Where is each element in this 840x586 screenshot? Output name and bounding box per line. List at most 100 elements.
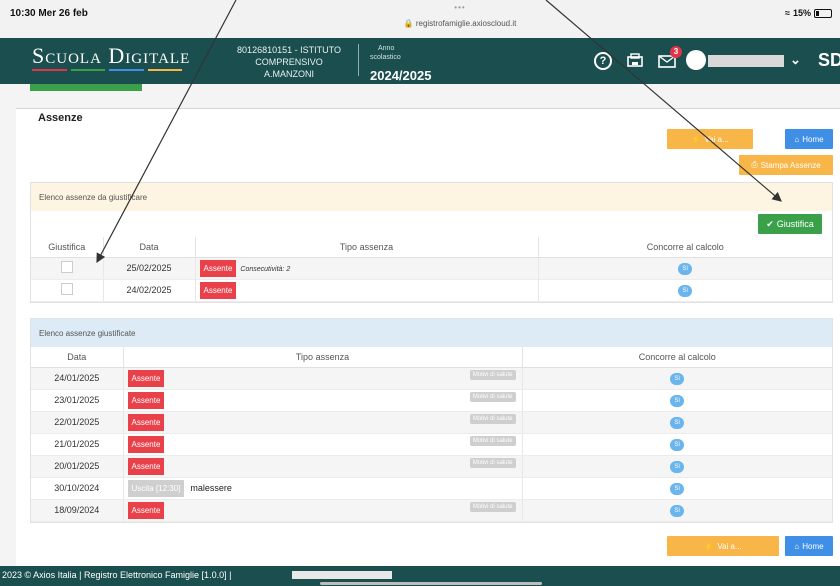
vai-a-button-top[interactable]: ⚡ Vai a... bbox=[667, 129, 753, 149]
menu-tab-strip[interactable] bbox=[30, 84, 142, 91]
app-header: Scuola Digitale 80126810151 - ISTITUTO C… bbox=[0, 38, 840, 84]
calcolo-pill: Sì bbox=[678, 262, 693, 275]
sd-logo: SD bbox=[818, 50, 840, 70]
print-icon[interactable] bbox=[626, 52, 644, 70]
pending-absences-table: Giustifica Data Tipo assenza Concorre al… bbox=[31, 237, 832, 302]
absence-type-cell: Assente Consecutività: 2 bbox=[195, 257, 539, 280]
col-concorre: Concorre al calcolo bbox=[538, 237, 832, 258]
chevron-down-icon[interactable]: ⌄ bbox=[790, 52, 801, 68]
avatar[interactable] bbox=[686, 50, 706, 70]
bolt-icon: ⚡ bbox=[704, 541, 715, 551]
status-time: 10:30 Mer 26 feb bbox=[10, 8, 88, 19]
table-row: 24/01/2025 Assente Motivi di salute Sì bbox=[31, 367, 832, 390]
absence-type-cell: Assente Motivi di salute bbox=[123, 411, 523, 434]
justify-checkbox[interactable] bbox=[60, 261, 73, 273]
home-icon: ⌂ bbox=[794, 541, 800, 551]
absence-type-cell: Assente Motivi di salute bbox=[123, 433, 523, 456]
calcolo-pill: Sì bbox=[670, 482, 685, 495]
absence-date: 25/02/2025 bbox=[103, 257, 196, 280]
battery-percent: 15% bbox=[792, 8, 811, 18]
page-title: Assenze bbox=[36, 112, 85, 124]
motivo-tag: Motivi di salute bbox=[469, 391, 516, 402]
pending-absences-panel: Elenco assenze da giustificare ✔ Giustifi… bbox=[30, 182, 833, 303]
pending-panel-header: Elenco assenze da giustificare bbox=[31, 183, 832, 211]
home-icon: ⌂ bbox=[794, 134, 800, 144]
absence-type-cell: Assente Motivi di salute bbox=[123, 455, 523, 478]
header-divider bbox=[358, 44, 359, 76]
absent-tag: Assente bbox=[127, 413, 165, 431]
home-button-top[interactable]: ⌂ Home bbox=[785, 129, 833, 149]
col-giustifica: Giustifica bbox=[31, 237, 104, 258]
col-data: Data bbox=[103, 237, 196, 258]
calcolo-pill: Sì bbox=[670, 372, 685, 385]
absent-tag: Assente bbox=[127, 457, 165, 475]
status-bar: 10:30 Mer 26 feb ••• 🔒 registrofamiglie.… bbox=[0, 0, 840, 38]
motivo-tag: Motivi di salute bbox=[469, 457, 516, 468]
print-small-icon: ⎙ bbox=[751, 160, 758, 169]
absent-tag: Assente bbox=[127, 435, 165, 453]
vai-a-button-bottom[interactable]: ⚡ Vai a... bbox=[667, 536, 779, 556]
absence-date: 30/10/2024 bbox=[31, 477, 124, 500]
absence-date: 21/01/2025 bbox=[31, 433, 124, 456]
table-row: 18/09/2024 Assente Motivi di salute Sì bbox=[31, 499, 832, 522]
school-year-label: Anno scolastico bbox=[370, 45, 401, 61]
table-header-row: Giustifica Data Tipo assenza Concorre al… bbox=[31, 237, 832, 258]
mail-icon[interactable]: 3 bbox=[658, 46, 682, 70]
col-tipo-assenza: Tipo assenza bbox=[123, 347, 523, 368]
absence-type-cell: Assente Motivi di salute bbox=[123, 499, 523, 522]
browser-menu-dots[interactable]: ••• bbox=[440, 3, 480, 12]
justify-checkbox[interactable] bbox=[60, 283, 73, 295]
giustifica-button[interactable]: ✔ Giustifica bbox=[758, 214, 822, 234]
brand-logo[interactable]: Scuola Digitale bbox=[32, 43, 190, 69]
giustifica-toolbar: ✔ Giustifica bbox=[31, 211, 832, 237]
user-name-redacted[interactable] bbox=[708, 55, 784, 67]
calcolo-pill: Sì bbox=[670, 504, 685, 517]
calcolo-pill: Sì bbox=[670, 438, 685, 451]
header-icons: ? 3 bbox=[594, 46, 682, 70]
justified-absences-table: Data Tipo assenza Concorre al calcolo 24… bbox=[31, 347, 832, 522]
mail-badge: 3 bbox=[670, 46, 682, 58]
absent-tag: Assente bbox=[199, 281, 237, 299]
absence-date: 24/02/2025 bbox=[103, 279, 196, 302]
justified-panel-header: Elenco assenze giustificate bbox=[31, 319, 832, 347]
absence-date: 18/09/2024 bbox=[31, 499, 124, 522]
stampa-assenze-button[interactable]: ⎙ Stampa Assenze bbox=[739, 155, 833, 175]
table-row: 30/10/2024 Uscita [12:30] malessere Sì bbox=[31, 477, 832, 500]
table-row: 24/02/2025 Assente Sì bbox=[31, 279, 832, 302]
absence-date: 24/01/2025 bbox=[31, 367, 124, 390]
school-name: 80126810151 - ISTITUTO COMPRENSIVO A.MAN… bbox=[237, 45, 341, 79]
footer-text: 2023 © Axios Italia | Registro Elettroni… bbox=[2, 570, 232, 580]
absence-type-cell: Assente Motivi di salute bbox=[123, 367, 523, 390]
absence-type-cell: Uscita [12:30] malessere bbox=[123, 477, 523, 500]
battery-indicator: ≈ 15% bbox=[785, 8, 832, 18]
absence-type-cell: Assente bbox=[195, 279, 539, 302]
justified-absences-panel: Elenco assenze giustificate Data Tipo as… bbox=[30, 318, 833, 523]
absent-tag: Assente bbox=[199, 259, 237, 277]
table-row: 25/02/2025 Assente Consecutività: 2 Sì bbox=[31, 257, 832, 280]
calcolo-pill: Sì bbox=[678, 284, 693, 297]
home-button-bottom[interactable]: ⌂ Home bbox=[785, 536, 833, 556]
url-text: registrofamiglie.axioscloud.it bbox=[415, 19, 517, 28]
justified-panel-title: Elenco assenze giustificate bbox=[39, 328, 136, 338]
exit-reason: malessere bbox=[190, 482, 232, 493]
table-row: 23/01/2025 Assente Motivi di salute Sì bbox=[31, 389, 832, 412]
table-row: 21/01/2025 Assente Motivi di salute Sì bbox=[31, 433, 832, 456]
brand-stripes bbox=[32, 69, 182, 72]
motivo-tag: Motivi di salute bbox=[469, 501, 516, 512]
exit-tag: Uscita [12:30] bbox=[127, 479, 185, 497]
url-bar[interactable]: 🔒 registrofamiglie.axioscloud.it bbox=[360, 19, 560, 28]
calcolo-pill: Sì bbox=[670, 460, 685, 473]
motivo-tag: Motivi di salute bbox=[469, 413, 516, 424]
pending-panel-title: Elenco assenze da giustificare bbox=[39, 192, 148, 202]
absent-tag: Assente bbox=[127, 501, 165, 519]
motivo-tag: Motivi di salute bbox=[469, 369, 516, 380]
lock-icon: 🔒 bbox=[403, 19, 414, 28]
home-indicator[interactable] bbox=[320, 582, 542, 585]
battery-icon bbox=[814, 8, 832, 18]
absent-tag: Assente bbox=[127, 391, 165, 409]
table-row: 22/01/2025 Assente Motivi di salute Sì bbox=[31, 411, 832, 434]
table-row: 20/01/2025 Assente Motivi di salute Sì bbox=[31, 455, 832, 478]
help-icon[interactable]: ? bbox=[594, 52, 612, 70]
school-year-value[interactable]: 2024/2025 bbox=[370, 68, 431, 83]
table-header-row: Data Tipo assenza Concorre al calcolo bbox=[31, 347, 832, 368]
